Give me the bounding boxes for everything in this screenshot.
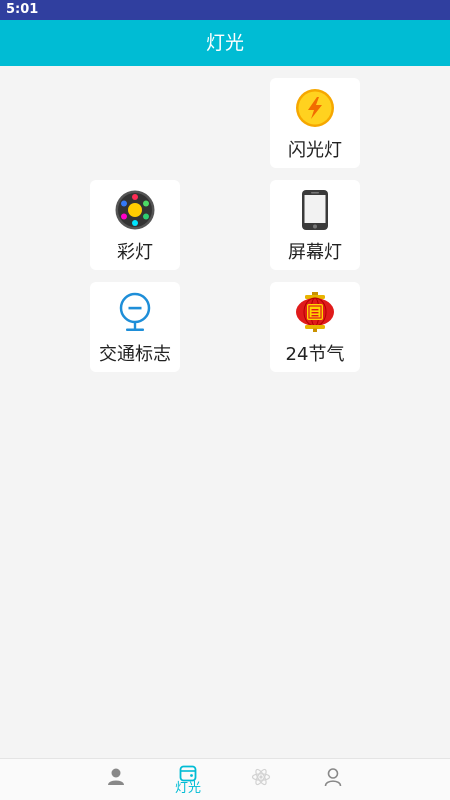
status-bar: 5:01 xyxy=(0,0,450,20)
tile-solar-terms[interactable]: 24节气 xyxy=(270,282,360,372)
bottom-nav: 灯光 xyxy=(0,758,450,800)
app-bar: 灯光 xyxy=(0,20,450,66)
phone-screen-icon xyxy=(302,190,328,230)
person-icon xyxy=(108,768,124,785)
nav-item-lights[interactable]: 灯光 xyxy=(163,759,213,800)
page-title: 灯光 xyxy=(205,32,244,54)
nav-item-profile[interactable] xyxy=(308,759,358,800)
tile-label: 屏幕灯 xyxy=(288,242,342,263)
nav-label: 灯光 xyxy=(174,781,201,796)
tile-label: 彩灯 xyxy=(117,242,153,263)
atom-icon xyxy=(251,768,271,786)
tile-label: 24节气 xyxy=(285,344,345,365)
tile-traffic-sign[interactable]: 交通标志 xyxy=(90,282,180,372)
traffic-sign-icon xyxy=(119,292,151,331)
lantern-icon xyxy=(296,292,334,332)
flash-icon xyxy=(296,89,334,127)
nav-item-person[interactable] xyxy=(91,759,141,800)
tile-label: 交通标志 xyxy=(99,344,171,365)
profile-icon xyxy=(324,768,342,787)
nav-item-atom[interactable] xyxy=(236,759,286,800)
tile-label: 闪光灯 xyxy=(288,140,342,161)
tile-screen-light[interactable]: 屏幕灯 xyxy=(270,180,360,270)
color-lights-icon xyxy=(115,190,155,230)
status-time: 5:01 xyxy=(6,2,39,17)
tile-color-lights[interactable]: 彩灯 xyxy=(90,180,180,270)
tile-flashlight[interactable]: 闪光灯 xyxy=(270,78,360,168)
